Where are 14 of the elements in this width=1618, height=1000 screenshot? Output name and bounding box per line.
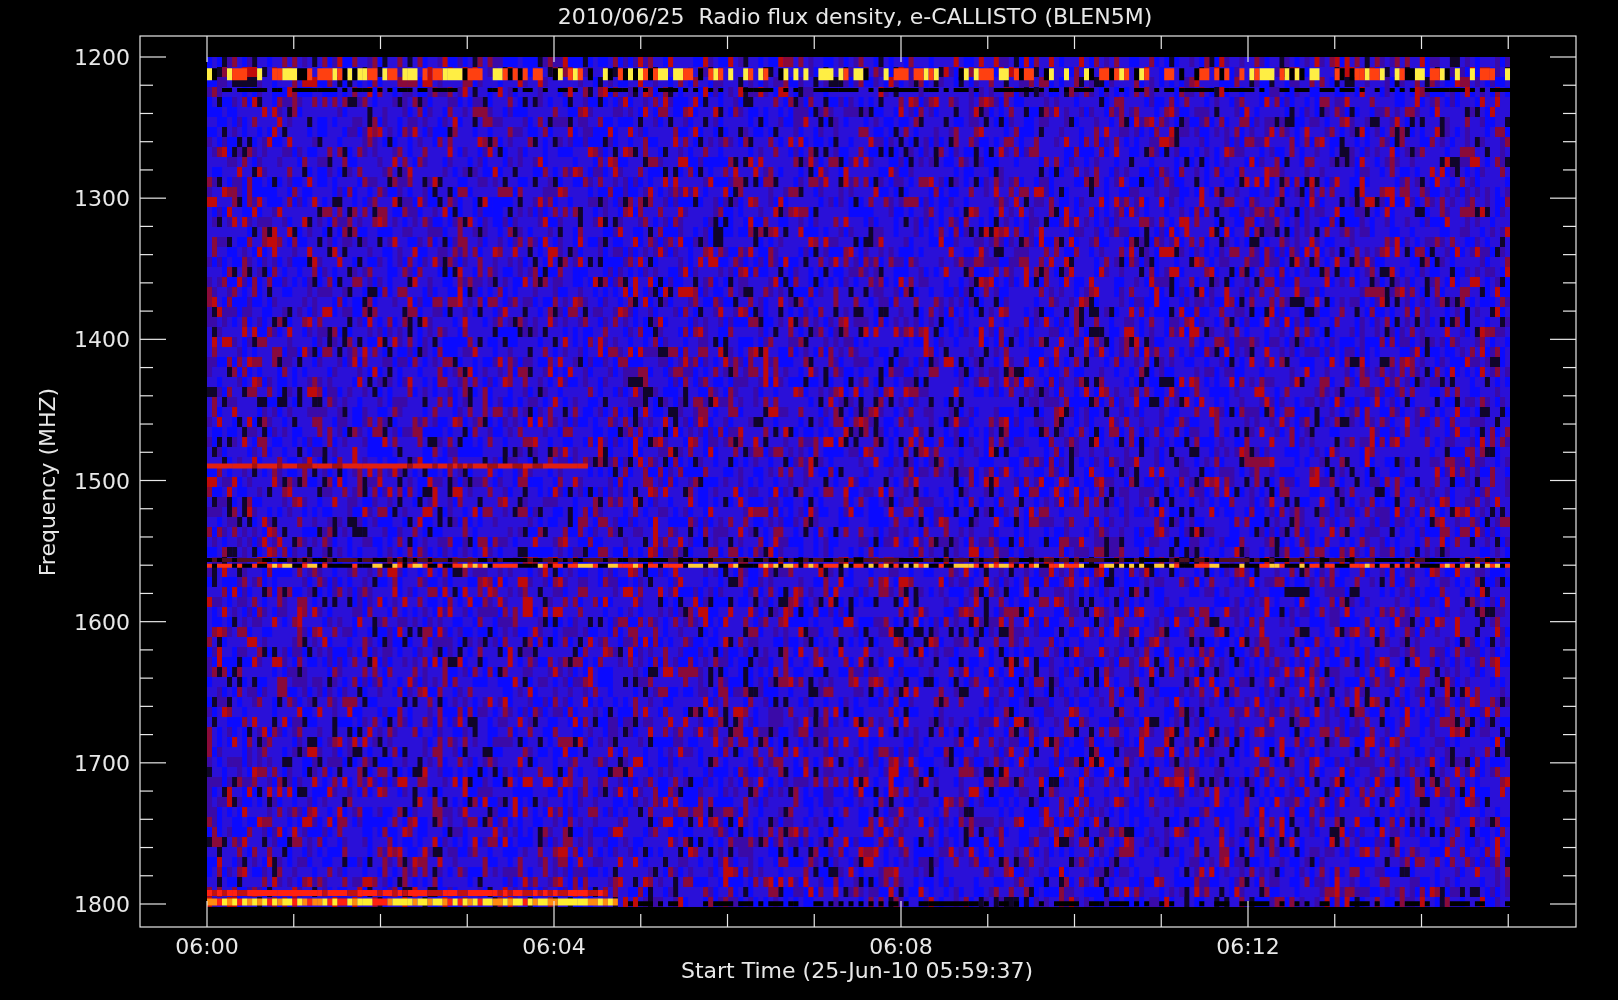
y-tick-label: 1200 [74, 45, 130, 70]
x-axis-label: Start Time (25-Jun-10 05:59:37) [681, 958, 1033, 983]
x-tick-label: 06:00 [175, 934, 239, 959]
x-tick-label: 06:08 [869, 934, 933, 959]
y-tick-label: 1600 [74, 609, 130, 635]
chart-title: 2010/06/25 Radio flux density, e-CALLISTO (BLEN5M) [557, 4, 1153, 29]
y-axis-label: Frequency (MHZ) [35, 387, 60, 577]
y-tick-label: 1500 [74, 468, 130, 494]
y-tick-label: 1700 [74, 750, 130, 776]
x-tick-label: 06:12 [1216, 934, 1280, 959]
y-tick-label: 1800 [74, 892, 130, 917]
y-tick-label: 1400 [74, 327, 130, 353]
x-tick-label: 06:04 [522, 934, 586, 959]
y-tick-label: 1300 [74, 186, 130, 212]
